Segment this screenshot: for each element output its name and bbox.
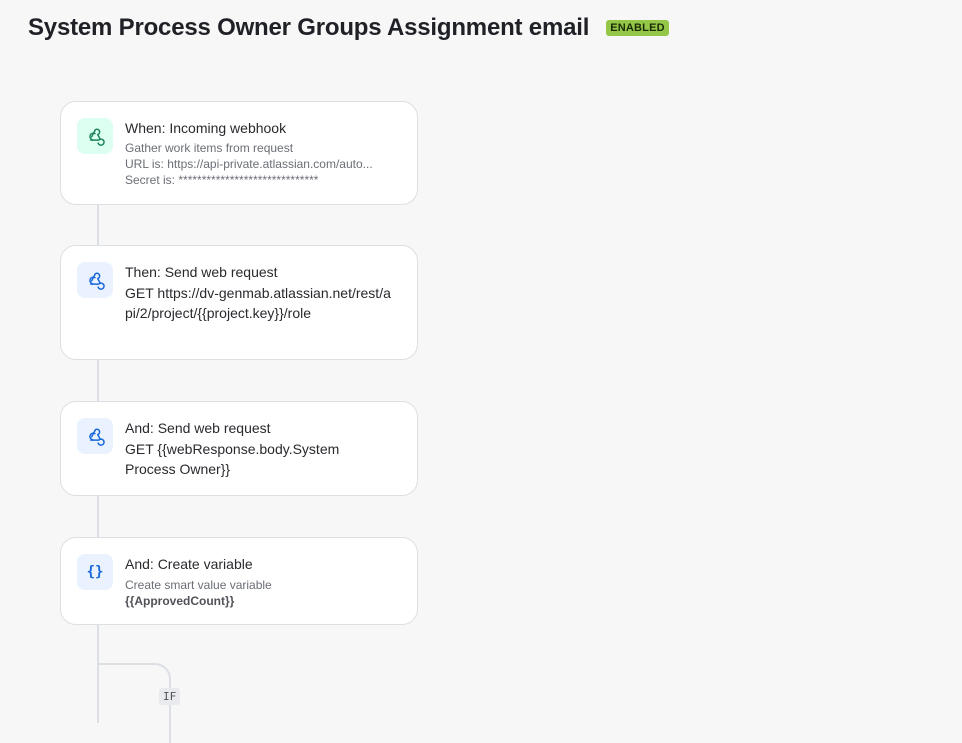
connector-line xyxy=(97,495,99,538)
step-title: And: Create variable xyxy=(125,556,253,572)
variable-name: {{ApprovedCount}} xyxy=(125,594,235,608)
step-title: When: Incoming webhook xyxy=(125,120,287,136)
trigger-card-incoming-webhook[interactable]: When: Incoming webhook Gather work items… xyxy=(60,101,418,205)
action-card-send-web-request[interactable]: And: Send web request GET {{webResponse.… xyxy=(60,401,418,496)
action-card-create-variable[interactable]: {} And: Create variable Create smart val… xyxy=(60,537,418,625)
rule-title: System Process Owner Groups Assignment e… xyxy=(28,14,590,41)
if-branch-label[interactable]: IF xyxy=(159,688,181,705)
request-url: GET https://dv-genmab.atlassian.net/rest… xyxy=(125,285,391,321)
rule-header: System Process Owner Groups Assignment e… xyxy=(28,14,669,42)
step-title: And: Send web request xyxy=(125,420,271,436)
step-description: Gather work items from request xyxy=(125,141,294,155)
request-url: GET {{webResponse.body.System Process Ow… xyxy=(125,441,340,477)
curly-braces-icon: {} xyxy=(77,554,113,590)
webhook-icon xyxy=(77,418,113,454)
webhook-url: URL is: https://api-private.atlassian.co… xyxy=(125,157,373,171)
webhook-icon xyxy=(77,118,113,154)
webhook-icon xyxy=(77,262,113,298)
step-description: Create smart value variable xyxy=(125,578,272,592)
connector-line xyxy=(97,359,99,402)
step-title: Then: Send web request xyxy=(125,264,278,280)
action-card-send-web-request[interactable]: Then: Send web request GET https://dv-ge… xyxy=(60,245,418,360)
webhook-secret: Secret is: *****************************… xyxy=(125,173,319,187)
connector-line xyxy=(97,204,99,246)
status-badge: ENABLED xyxy=(606,20,669,36)
